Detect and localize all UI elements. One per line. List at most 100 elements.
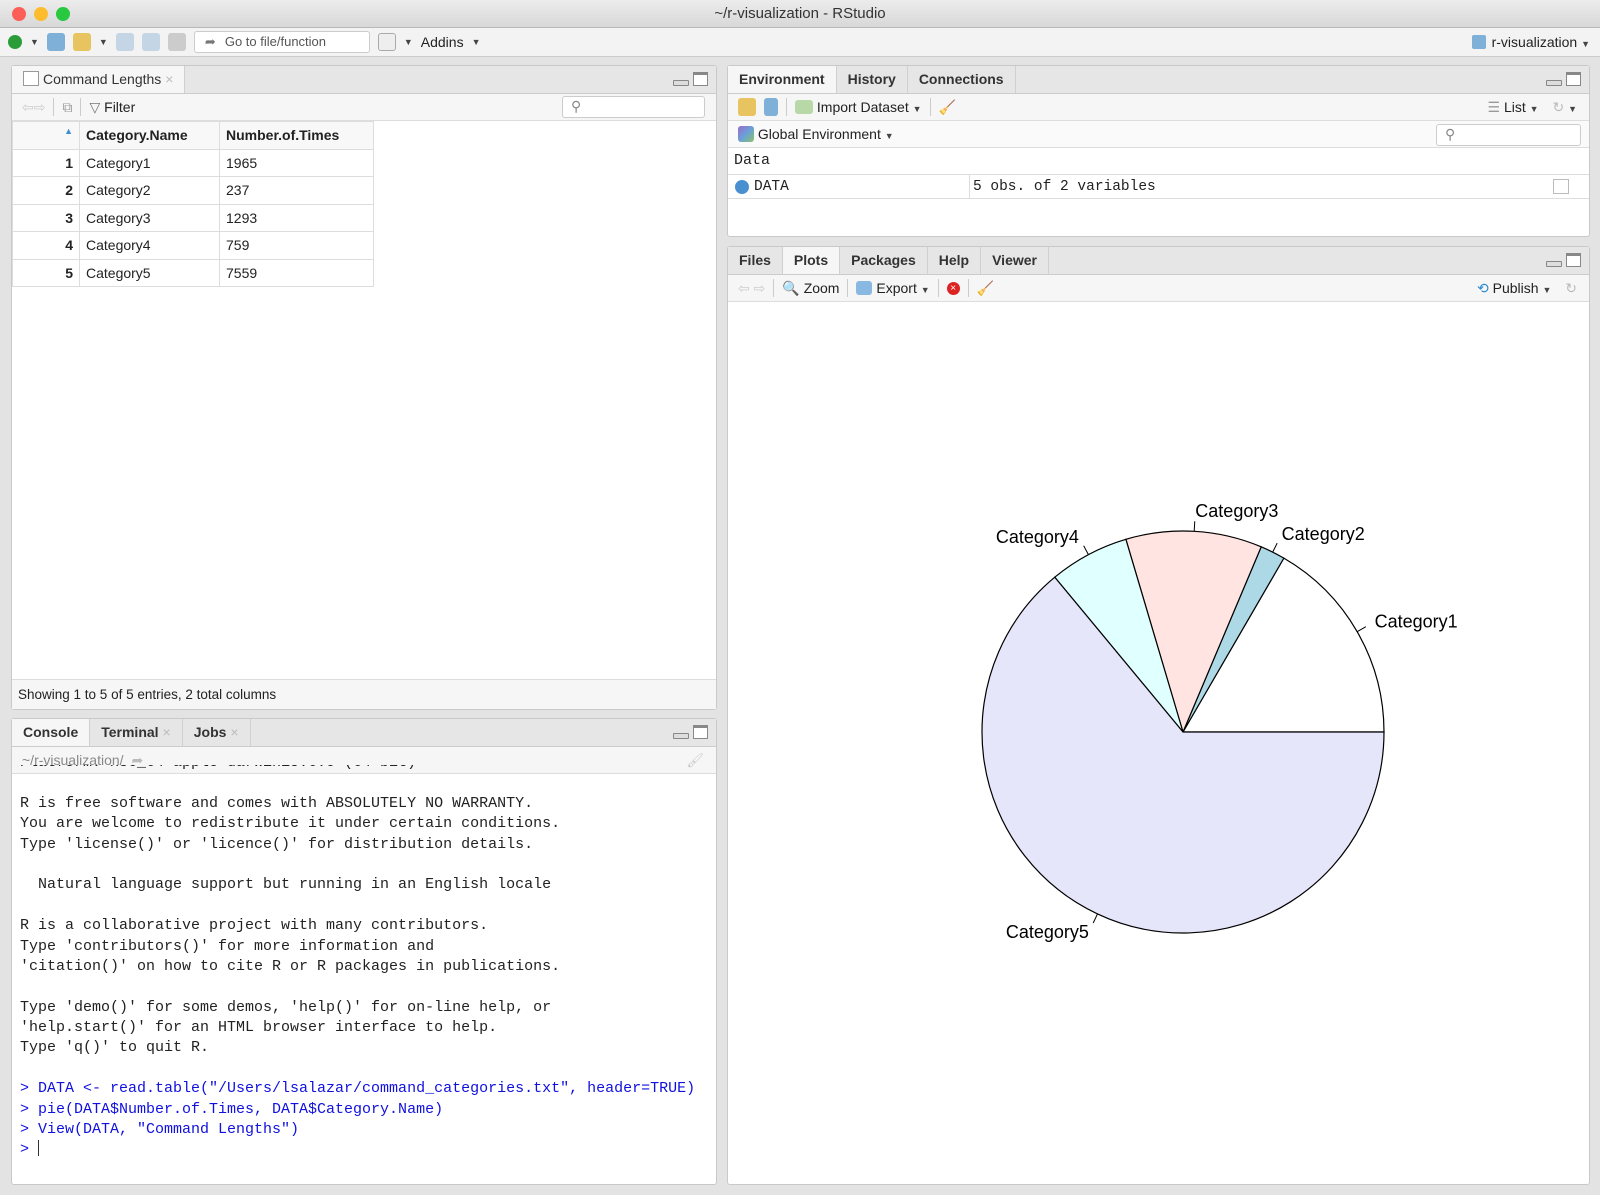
table-row[interactable]: 5 Category5 7559	[12, 258, 374, 287]
scope-label: Global Environment	[757, 126, 881, 142]
minimize-pane-button[interactable]	[673, 80, 689, 86]
close-tab-icon[interactable]: ×	[163, 724, 171, 740]
console-line: 'citation()' on how to cite R or R packa…	[20, 957, 561, 975]
table-status: Showing 1 to 5 of 5 entries, 2 total col…	[12, 679, 716, 709]
console-line: Type 'license()' or 'licence()' for dist…	[20, 835, 534, 853]
export-button[interactable]: Export ▼	[856, 280, 930, 296]
tab-files[interactable]: Files	[728, 247, 783, 274]
tab-terminal[interactable]: Terminal ×	[90, 719, 183, 746]
console-line: You are welcome to redistribute it under…	[20, 815, 561, 833]
new-file-icon[interactable]	[8, 35, 22, 49]
table-row[interactable]: 4 Category4 759	[12, 231, 374, 260]
save-icon[interactable]	[115, 33, 134, 51]
publish-label: Publish	[1492, 279, 1539, 296]
search-icon: ⚲	[1445, 126, 1456, 142]
list-view-button[interactable]: ☰ List ▼ ↻ ▼	[1488, 99, 1578, 116]
environment-search-input[interactable]: ⚲	[1436, 124, 1581, 146]
zoom-button[interactable]: 🔍 Zoom	[782, 280, 839, 297]
tab-help[interactable]: Help	[928, 247, 982, 274]
table-row[interactable]: 2 Category2 237	[12, 176, 374, 205]
import-dataset-button[interactable]: Import Dataset ▼	[795, 99, 922, 115]
maximize-pane-button[interactable]	[1566, 253, 1581, 267]
tab-packages[interactable]: Packages	[840, 247, 928, 274]
back-forward-icon[interactable]: ⇦ ⇨	[738, 280, 765, 297]
save-workspace-icon[interactable]	[764, 98, 778, 116]
back-forward-icon[interactable]: ⇦⇨	[22, 99, 45, 116]
variable-description: 5 obs. of 2 variables	[969, 175, 1156, 199]
pane-layout-icon[interactable]	[377, 33, 396, 51]
close-window-button[interactable]	[12, 7, 26, 21]
open-file-icon[interactable]	[72, 33, 91, 51]
tab-connections[interactable]: Connections	[908, 66, 1016, 93]
viewer-toolbar: ⇦⇨ ⧉ ▽ Filter ⚲	[12, 94, 716, 121]
tab-command-lengths[interactable]: Command Lengths ×	[12, 66, 186, 93]
minimize-window-button[interactable]	[34, 7, 48, 21]
pie-label: Category1	[1375, 612, 1458, 632]
title-bar: ~/r-visualization - RStudio	[0, 0, 1600, 28]
minimize-pane-button[interactable]	[1546, 261, 1562, 267]
addins-menu[interactable]: Addins	[421, 34, 464, 50]
environment-row-data[interactable]: DATA 5 obs. of 2 variables	[728, 174, 1589, 199]
arrow-icon: ➦	[204, 34, 216, 49]
tab-label: Files	[739, 252, 771, 268]
minimize-pane-button[interactable]	[1546, 80, 1562, 86]
import-icon	[795, 100, 813, 114]
console-command: > DATA <- read.table("/Users/lsalazar/co…	[20, 1080, 696, 1098]
search-icon: ⚲	[571, 98, 582, 114]
category-name-cell: Category2	[79, 176, 220, 205]
tab-history[interactable]: History	[837, 66, 908, 93]
number-of-times-cell: 1965	[219, 148, 374, 177]
publish-button[interactable]: ⟲ Publish ▼ ↻	[1477, 280, 1577, 297]
environment-tabbar: Environment History Connections	[728, 66, 1589, 94]
row-number: 1	[12, 148, 80, 177]
close-tab-icon[interactable]: ×	[230, 724, 238, 740]
refresh-icon[interactable]: ↻	[1565, 280, 1577, 296]
new-project-icon[interactable]	[46, 33, 65, 51]
tab-label: Plots	[793, 252, 829, 268]
minimize-pane-button[interactable]	[673, 733, 689, 739]
project-name: r-visualization	[1491, 34, 1578, 50]
tab-viewer[interactable]: Viewer	[981, 247, 1049, 274]
environment-pane: Environment History Connections Import D…	[727, 65, 1590, 237]
data-table: ▲ Category.Name Number.of.Times 1 Categor…	[12, 121, 374, 287]
maximize-pane-button[interactable]	[1566, 72, 1581, 86]
maximize-pane-button[interactable]	[693, 725, 708, 739]
tab-environment[interactable]: Environment	[728, 66, 837, 93]
table-row[interactable]: 3 Category3 1293	[12, 203, 374, 232]
tab-label: Viewer	[992, 252, 1037, 268]
load-workspace-icon[interactable]	[738, 98, 756, 116]
column-header[interactable]: Number.of.Times	[219, 121, 374, 150]
maximize-pane-button[interactable]	[693, 72, 708, 86]
refresh-icon[interactable]: ↻	[1552, 99, 1564, 115]
broom-icon[interactable]: 🧹	[977, 280, 994, 297]
window-title: ~/r-visualization - RStudio	[714, 5, 886, 22]
plots-tabbar: Files Plots Packages Help Viewer	[728, 247, 1589, 275]
remove-plot-icon[interactable]: ×	[946, 281, 960, 295]
view-table-icon[interactable]	[1553, 179, 1569, 194]
expand-icon[interactable]	[735, 180, 749, 194]
print-icon[interactable]	[167, 33, 186, 51]
table-row[interactable]: 1 Category1 1965	[12, 148, 374, 177]
console-line: Natural language support but running in …	[20, 876, 552, 894]
tab-label: Packages	[851, 252, 916, 268]
broom-icon[interactable]: 🧹	[939, 99, 956, 116]
save-all-icon[interactable]	[141, 33, 160, 51]
console-line: R is free software and comes with ABSOLU…	[20, 794, 534, 812]
close-tab-icon[interactable]: ×	[165, 71, 173, 87]
project-menu[interactable]: r-visualization ▼	[1471, 34, 1590, 50]
tab-plots[interactable]: Plots	[782, 247, 841, 274]
popout-icon[interactable]: ⧉	[62, 99, 72, 116]
filter-button[interactable]: ▽ Filter	[89, 99, 135, 116]
label-tick	[1193, 521, 1196, 532]
column-header[interactable]: Category.Name	[79, 121, 220, 150]
tab-console[interactable]: Console	[12, 719, 91, 746]
scope-menu[interactable]: Global Environment ▼	[738, 126, 894, 142]
sort-index-header[interactable]: ▲	[12, 121, 80, 150]
variable-name: DATA	[754, 179, 789, 195]
tab-jobs[interactable]: Jobs ×	[183, 719, 251, 746]
zoom-window-button[interactable]	[56, 7, 70, 21]
go-to-file-input[interactable]: ➦ Go to file/function	[193, 31, 370, 53]
table-search-input[interactable]: ⚲	[562, 96, 705, 118]
console-output[interactable]: Platform: x86_64-apple-darwin15.6.0 (64-…	[20, 765, 712, 1180]
